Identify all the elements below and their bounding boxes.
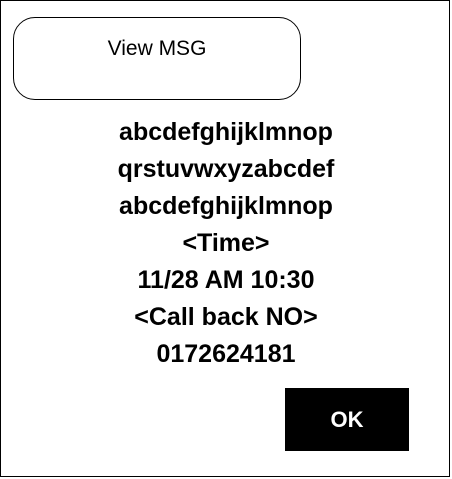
time-value: 11/28 AM 10:30 bbox=[137, 266, 315, 294]
message-body: abcdefghijklmnop qrstuvwxyzabcdef abcdef… bbox=[0, 114, 452, 373]
callback-number: 0172624181 bbox=[156, 340, 296, 368]
callback-label: <Call back NO> bbox=[134, 303, 318, 331]
time-label: <Time> bbox=[182, 229, 270, 257]
message-text-line-2: qrstuvwxyzabcdef bbox=[117, 155, 335, 183]
message-text-line-1: abcdefghijklmnop bbox=[119, 118, 333, 146]
ok-button[interactable]: OK bbox=[285, 388, 409, 451]
message-text-line-3: abcdefghijklmnop bbox=[119, 192, 333, 220]
view-msg-button[interactable]: View MSG bbox=[13, 17, 301, 100]
